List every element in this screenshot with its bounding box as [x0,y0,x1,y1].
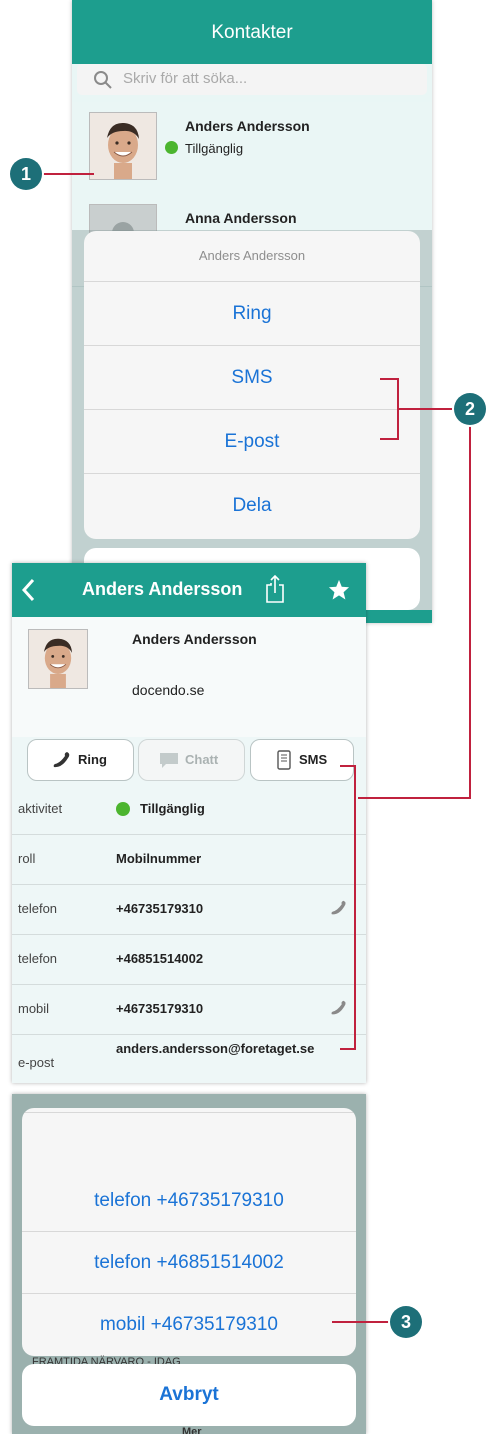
callout-badge: 1 [10,158,42,190]
callout-badge: 2 [454,393,486,425]
callout-badge: 3 [390,1306,422,1338]
callout-lines [42,173,471,1323]
